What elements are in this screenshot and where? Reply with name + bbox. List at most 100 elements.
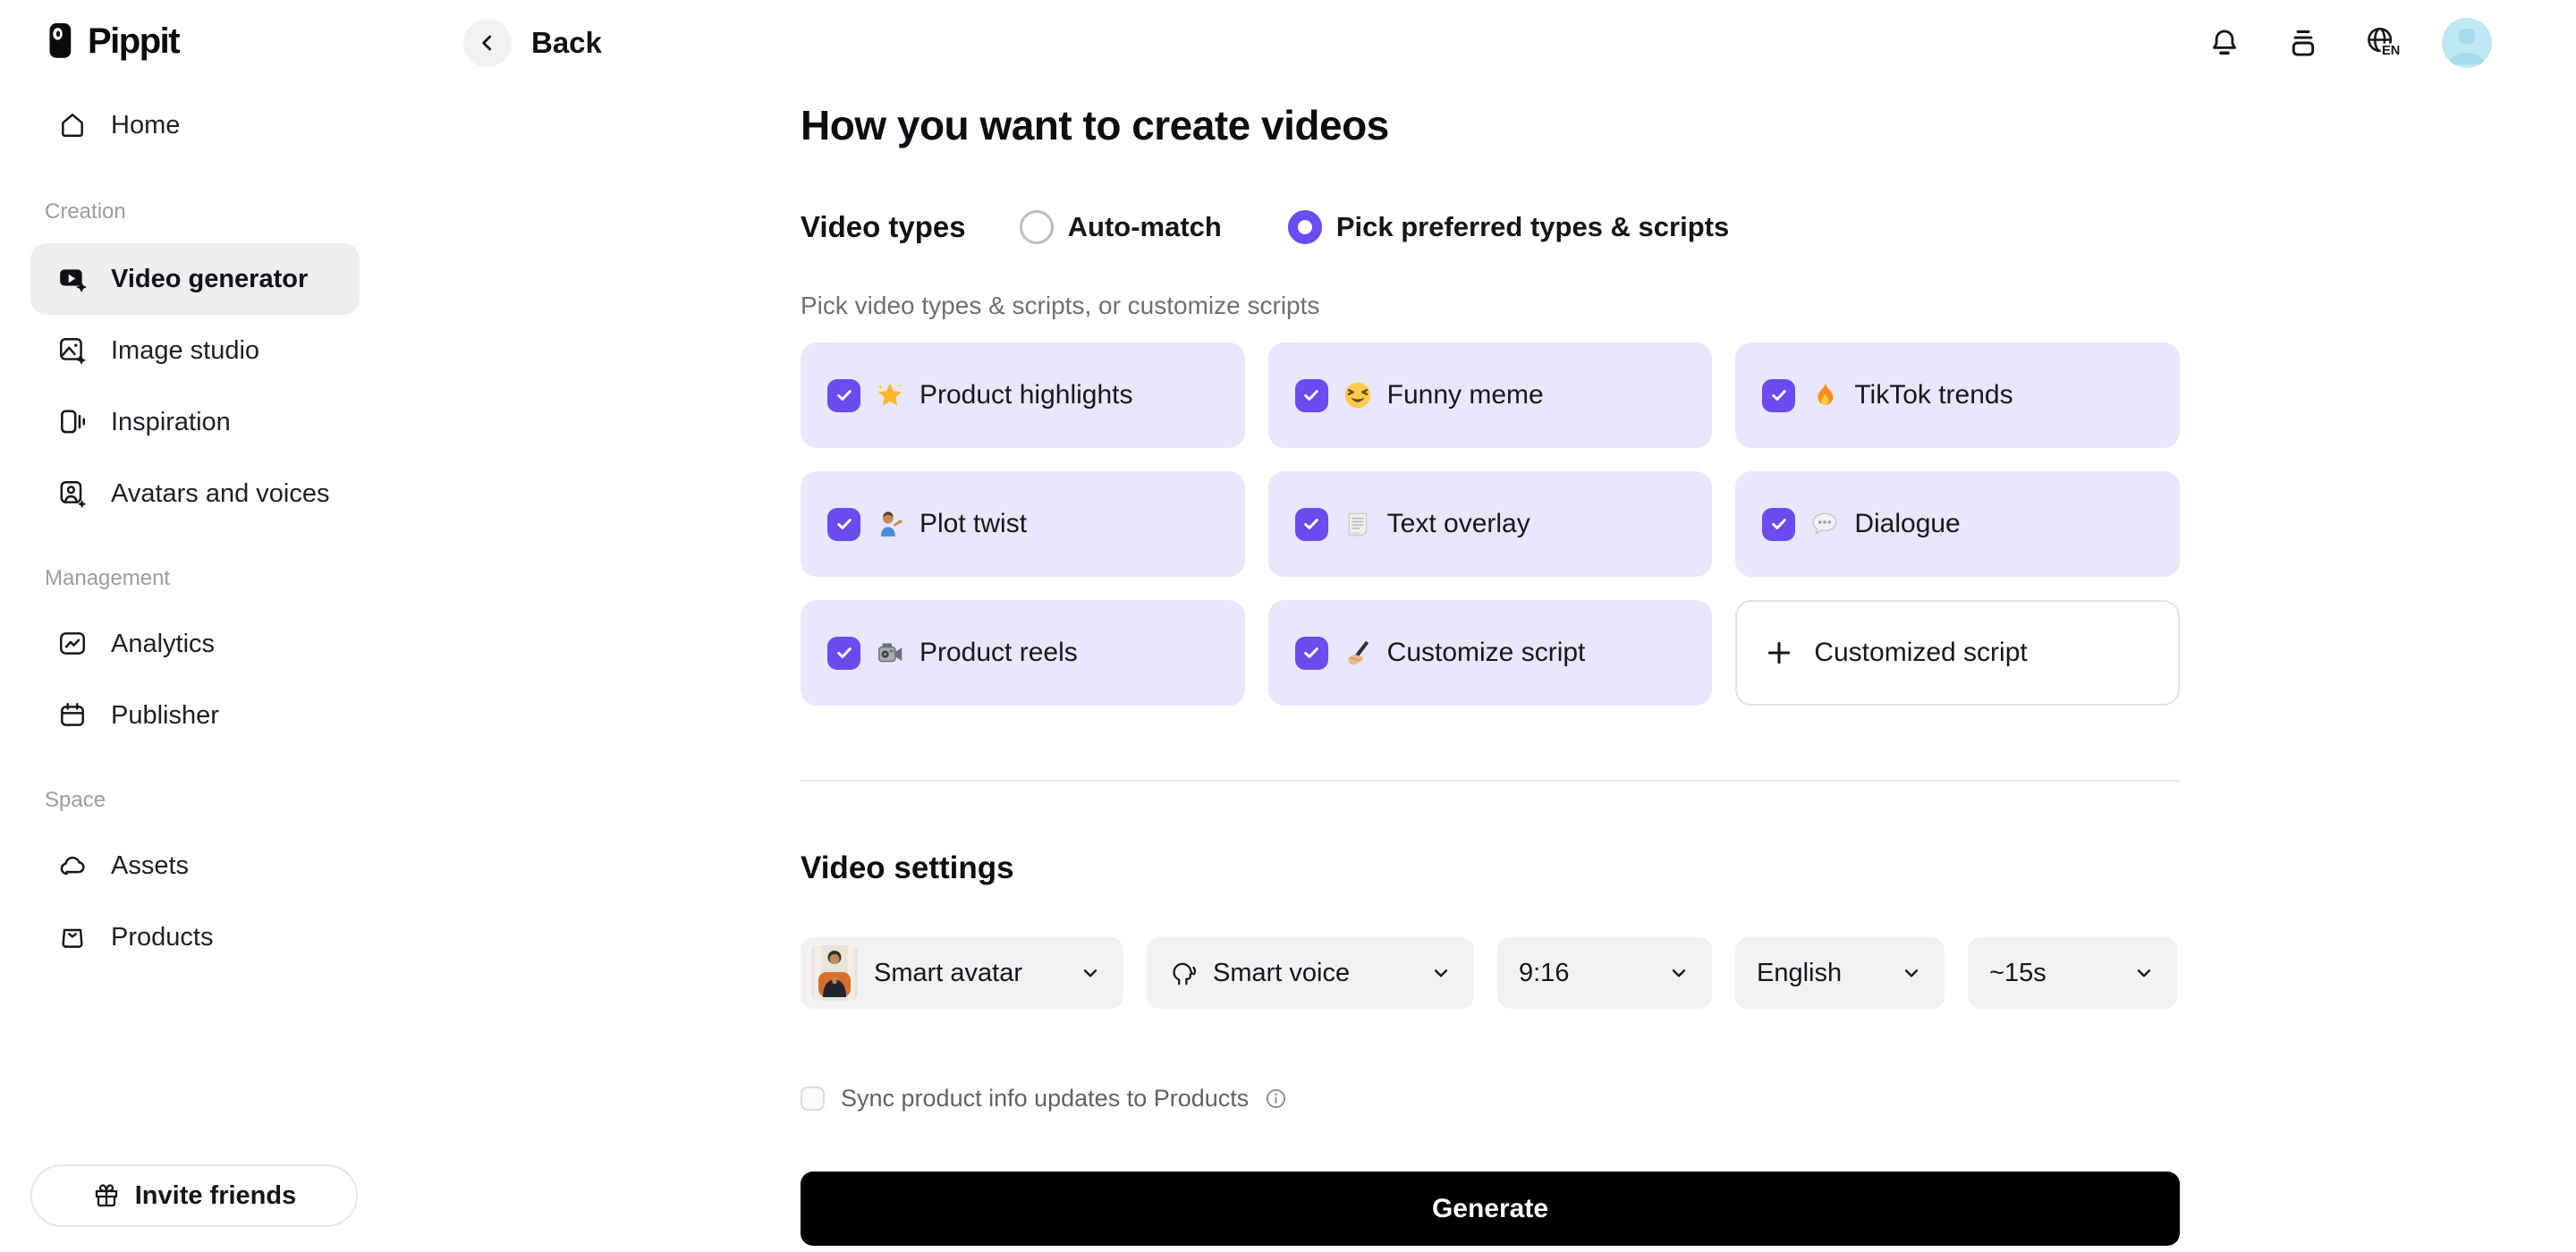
avatar-thumbnail: [811, 945, 858, 1001]
card-product-highlights[interactable]: Product highlights: [801, 343, 1245, 448]
sidebar-section-space: Space: [45, 788, 106, 812]
radio-label: Pick preferred types & scripts: [1335, 211, 1730, 242]
main-area: Back EN How you want to create videos Vi…: [386, 0, 2576, 1252]
pick-types-subtitle: Pick video types & scripts, or customize…: [801, 292, 1320, 319]
products-bag-icon: [57, 922, 88, 952]
sync-label: Sync product info updates to Products: [841, 1084, 1250, 1112]
video-generator-icon: [57, 264, 88, 294]
chevron-left-icon: [463, 19, 512, 67]
card-label: Text overlay: [1386, 509, 1530, 538]
card-label: Funny meme: [1386, 380, 1544, 410]
analytics-icon: [57, 629, 88, 659]
invite-friends-button[interactable]: Invite friends: [30, 1164, 358, 1227]
brand-logo: Pippit: [30, 13, 360, 70]
sidebar-item-label: Publisher: [111, 700, 219, 730]
radio-selected-icon: [1287, 210, 1322, 244]
plus-icon: [1764, 638, 1794, 668]
top-bar: Back EN: [386, 0, 2576, 86]
sidebar-item-label: Assets: [111, 850, 190, 880]
language-dropdown[interactable]: English: [1735, 937, 1945, 1009]
dropdown-value: Smart avatar: [874, 958, 1022, 987]
sidebar-section-creation: Creation: [45, 199, 126, 224]
content-column: How you want to create videos Video type…: [801, 100, 2180, 1246]
card-customize-script[interactable]: Customize script: [1267, 600, 1713, 706]
home-icon: [57, 110, 88, 140]
dropdown-value: English: [1757, 958, 1843, 987]
sync-products-row: Sync product info updates to Products: [801, 1084, 2180, 1112]
sidebar-item-avatars-voices[interactable]: Avatars and voices: [30, 458, 360, 529]
radio-auto-match[interactable]: Auto-match: [1019, 210, 1222, 244]
sidebar-item-inspiration[interactable]: Inspiration: [30, 386, 360, 458]
checkbox-checked-icon: [1294, 636, 1328, 670]
chevron-down-icon: [1900, 961, 1923, 985]
smart-avatar-dropdown[interactable]: Smart avatar: [801, 937, 1123, 1009]
language-code: EN: [2382, 44, 2400, 58]
info-icon[interactable]: [1265, 1087, 1287, 1110]
section-divider: [801, 780, 2180, 782]
radio-unselected-icon: [1019, 210, 1054, 244]
video-camera-emoji: [875, 638, 905, 668]
brand-name: Pippit: [88, 21, 181, 61]
radio-pick-preferred[interactable]: Pick preferred types & scripts: [1287, 210, 1730, 244]
glowing-star-emoji: [875, 380, 905, 410]
writing-hand-emoji: [1343, 638, 1373, 668]
video-settings-controls: Smart avatar Smart voice 9:16 English ~1…: [801, 937, 2180, 1009]
card-label: Customized script: [1814, 638, 2028, 667]
user-avatar[interactable]: [2442, 18, 2492, 68]
sidebar-item-label: Home: [111, 110, 181, 140]
chevron-down-icon: [1429, 961, 1453, 985]
notification-bell-icon[interactable]: [2206, 24, 2243, 62]
card-label: Product highlights: [919, 380, 1133, 410]
card-product-reels[interactable]: Product reels: [801, 600, 1245, 706]
sidebar-item-products[interactable]: Products: [30, 901, 360, 973]
sidebar-item-home[interactable]: Home: [30, 89, 360, 161]
card-text-overlay[interactable]: Text overlay: [1267, 471, 1713, 577]
sidebar-item-label: Avatars and voices: [111, 478, 330, 508]
sidebar-item-video-generator[interactable]: Video generator: [30, 243, 360, 315]
image-studio-icon: [57, 335, 88, 366]
sidebar-item-assets[interactable]: Assets: [30, 830, 360, 901]
video-types-label: Video types: [801, 210, 966, 243]
card-label: Dialogue: [1854, 509, 1961, 538]
card-label: Plot twist: [919, 509, 1028, 538]
back-button[interactable]: Back: [463, 19, 602, 67]
sidebar-item-image-studio[interactable]: Image studio: [30, 315, 360, 386]
pippit-logo-icon: [43, 21, 79, 61]
generate-button[interactable]: Generate: [801, 1172, 2180, 1246]
card-tiktok-trends[interactable]: TikTok trends: [1735, 343, 2180, 448]
checkbox-checked-icon: [1294, 378, 1328, 412]
video-type-cards: Product highlights Funny meme TikTok tre…: [801, 343, 2180, 706]
header-actions: EN: [2206, 18, 2492, 68]
sidebar-item-analytics[interactable]: Analytics: [30, 608, 360, 680]
duration-dropdown[interactable]: ~15s: [1968, 937, 2177, 1009]
back-label: Back: [531, 26, 602, 59]
person-tipping-hand-emoji: [875, 509, 905, 539]
card-dialogue[interactable]: Dialogue: [1735, 471, 2180, 577]
checkbox-checked-icon: [827, 636, 860, 670]
card-funny-meme[interactable]: Funny meme: [1267, 343, 1713, 448]
dropdown-value: Smart voice: [1213, 958, 1351, 987]
page-with-curl-emoji: [1343, 509, 1373, 539]
speech-balloon-emoji: [1809, 509, 1840, 539]
sidebar-section-management: Management: [45, 566, 171, 590]
laughing-face-emoji: [1343, 380, 1373, 410]
chevron-down-icon: [1667, 961, 1690, 985]
sidebar-item-label: Image studio: [111, 335, 260, 365]
speaking-head-icon: [1168, 958, 1199, 988]
globe-language-icon[interactable]: EN: [2363, 24, 2401, 62]
sidebar-item-publisher[interactable]: Publisher: [30, 680, 360, 751]
card-label: TikTok trends: [1854, 380, 2013, 410]
sidebar: Pippit Home Creation Video generator Ima…: [0, 0, 386, 1252]
card-plot-twist[interactable]: Plot twist: [801, 471, 1245, 577]
aspect-ratio-dropdown[interactable]: 9:16: [1497, 937, 1712, 1009]
add-customized-script-card[interactable]: Customized script: [1735, 600, 2180, 706]
checkbox-checked-icon: [827, 507, 860, 541]
video-types-row: Video types Auto-match Pick preferred ty…: [801, 206, 2180, 249]
publisher-calendar-icon: [57, 700, 88, 731]
assets-cloud-icon: [57, 850, 88, 881]
dropdown-value: ~15s: [1989, 958, 2046, 987]
smart-voice-dropdown[interactable]: Smart voice: [1147, 937, 1474, 1009]
sync-checkbox-unchecked[interactable]: [801, 1086, 825, 1111]
workspace-stack-icon[interactable]: [2284, 24, 2322, 62]
dropdown-value: 9:16: [1519, 958, 1570, 987]
